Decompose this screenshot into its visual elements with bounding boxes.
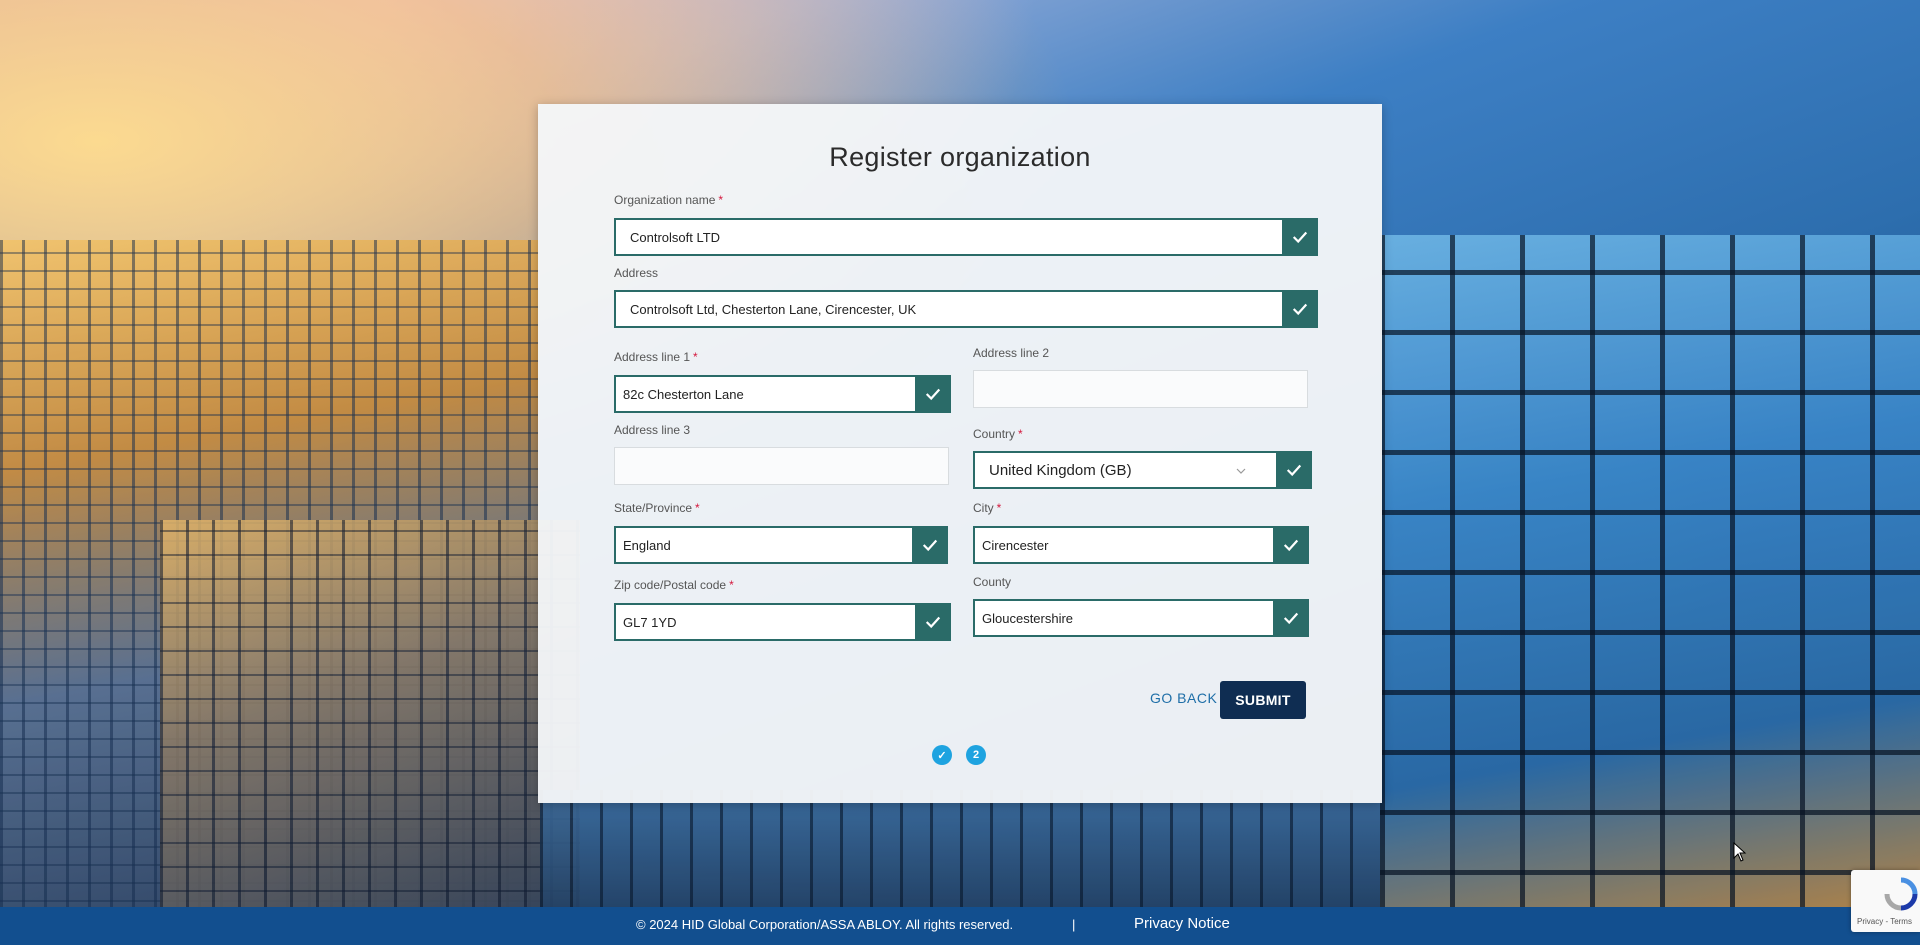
check-icon — [1273, 599, 1309, 637]
county-value: Gloucestershire — [982, 610, 1074, 626]
chevron-down-icon — [1236, 468, 1246, 474]
address-line1-field[interactable]: 82c Chesterton Lane — [614, 375, 951, 413]
check-icon — [915, 603, 951, 641]
background-building — [1380, 235, 1920, 935]
country-select[interactable]: United Kingdom (GB) — [973, 451, 1312, 489]
country-label: Country * — [973, 427, 1023, 441]
check-icon — [1282, 218, 1318, 256]
recaptcha-terms[interactable]: Privacy - Terms — [1857, 917, 1912, 926]
county-label: County — [973, 575, 1012, 589]
address-label: Address — [614, 266, 659, 280]
address-line2-field[interactable] — [973, 370, 1308, 408]
address-value: Controlsoft Ltd, Chesterton Lane, Cirenc… — [630, 301, 917, 317]
city-value: Cirencester — [982, 537, 1049, 553]
zip-label: Zip code/Postal code * — [614, 578, 734, 592]
address-line2-label: Address line 2 — [973, 346, 1050, 360]
check-icon — [1282, 290, 1318, 328]
check-icon — [1276, 451, 1312, 489]
page-title: Register organization — [829, 142, 1091, 172]
zip-field[interactable]: GL7 1YD — [614, 603, 951, 641]
org-name-value: Controlsoft LTD — [630, 229, 721, 245]
county-field[interactable]: Gloucestershire — [973, 599, 1309, 637]
state-label: State/Province * — [614, 501, 700, 515]
check-icon — [915, 375, 951, 413]
privacy-notice-link[interactable]: Privacy Notice — [1134, 915, 1230, 932]
org-name-label: Organization name * — [614, 193, 724, 207]
submit-button[interactable]: SUBMIT — [1220, 681, 1306, 719]
go-back-link[interactable]: GO BACK — [1150, 690, 1217, 706]
recaptcha-icon — [1884, 877, 1918, 911]
register-organization-card: Register organization Organization name *… — [538, 104, 1382, 803]
city-label: City * — [973, 501, 1002, 515]
check-icon — [912, 526, 948, 564]
step-indicator-1: ✓ — [932, 745, 952, 765]
state-value: England — [623, 537, 671, 553]
address-line3-field[interactable] — [614, 447, 949, 485]
footer: © 2024 HID Global Corporation/ASSA ABLOY… — [0, 907, 1920, 945]
background-building — [160, 520, 580, 940]
address-line1-label: Address line 1 * — [614, 350, 698, 364]
check-icon — [1273, 526, 1309, 564]
step-indicator-2: 2 — [966, 745, 986, 765]
zip-value: GL7 1YD — [623, 614, 677, 630]
org-name-field[interactable]: Controlsoft LTD — [614, 218, 1318, 256]
state-field[interactable]: England — [614, 526, 948, 564]
city-field[interactable]: Cirencester — [973, 526, 1309, 564]
mouse-cursor-icon — [1733, 842, 1747, 862]
address-field[interactable]: Controlsoft Ltd, Chesterton Lane, Cirenc… — [614, 290, 1318, 328]
country-value: United Kingdom (GB) — [989, 461, 1132, 479]
footer-separator: | — [1072, 917, 1076, 932]
copyright-text: © 2024 HID Global Corporation/ASSA ABLOY… — [636, 917, 1014, 932]
recaptcha-badge[interactable]: Privacy - Terms — [1851, 870, 1920, 932]
address-line3-label: Address line 3 — [614, 423, 691, 437]
address-line1-value: 82c Chesterton Lane — [623, 386, 744, 402]
